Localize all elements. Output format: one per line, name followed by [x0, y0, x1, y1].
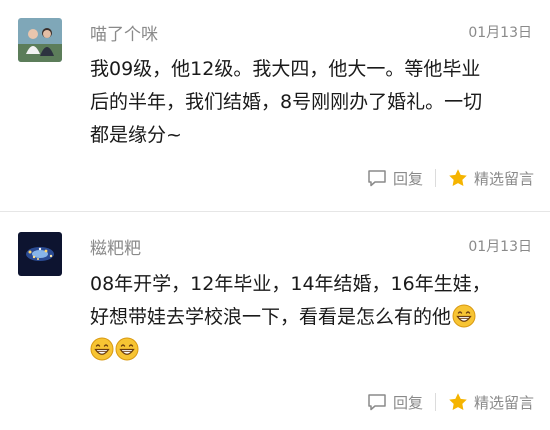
reply-label: 回复	[392, 393, 423, 412]
comment-item: 喵了个咪 01月13日 我09级，他12级。我大四，他大一。等他毕业 后的半年，…	[0, 0, 550, 212]
action-divider	[434, 393, 436, 411]
comment-line: 后的半年，我们结婚，8号刚刚办了婚礼。一切	[90, 91, 483, 113]
comment-line-text: 好想带娃去学校浪一下，看看是怎么有的他	[90, 306, 452, 328]
comment-date: 01月13日	[468, 239, 532, 255]
avatar[interactable]	[18, 232, 62, 276]
reply-button[interactable]: 回复	[367, 168, 423, 189]
star-icon	[449, 393, 467, 410]
star-icon	[449, 169, 467, 186]
featured-comment-button[interactable]: 精选留言	[448, 168, 534, 189]
avatar[interactable]	[18, 18, 62, 62]
comment-line: 好想带娃去学校浪一下，看看是怎么有的他	[90, 301, 530, 334]
featured-comment-button[interactable]: 精选留言	[448, 392, 534, 413]
grinning-face-emoji-icon	[115, 337, 139, 361]
reply-label: 回复	[392, 169, 423, 188]
comment-actions: 回复 精选留言	[367, 164, 534, 192]
comment-item: 糍粑粑 01月13日 08年开学，12年毕业，14年结婚，16年生娃， 好想带娃…	[0, 212, 550, 430]
comment-line	[90, 334, 530, 367]
featured-label: 精选留言	[473, 169, 534, 188]
featured-label: 精选留言	[473, 393, 534, 412]
comment-content: 我09级，他12级。我大四，他大一。等他毕业 后的半年，我们结婚，8号刚刚办了婚…	[90, 53, 530, 152]
comment-nickname: 糍粑粑	[90, 239, 141, 259]
reply-button[interactable]: 回复	[367, 392, 423, 413]
speech-bubble-icon	[368, 394, 386, 411]
comment-line: 08年开学，12年毕业，14年结婚，16年生娃，	[90, 273, 491, 295]
action-divider	[434, 169, 436, 187]
speech-bubble-icon	[368, 170, 386, 187]
grinning-face-emoji-icon	[90, 337, 114, 361]
night-lights-avatar-icon	[18, 232, 62, 276]
grinning-face-emoji-icon	[452, 304, 476, 328]
comment-line: 我09级，他12级。我大四，他大一。等他毕业	[90, 58, 481, 80]
comment-line: 都是缘分~	[90, 124, 182, 146]
comment-actions: 回复 精选留言	[367, 388, 534, 416]
comment-content: 08年开学，12年毕业，14年结婚，16年生娃， 好想带娃去学校浪一下，看看是怎…	[90, 268, 530, 367]
comment-date: 01月13日	[468, 25, 532, 41]
comment-nickname: 喵了个咪	[90, 25, 158, 45]
couple-photo-avatar-icon	[18, 18, 62, 62]
